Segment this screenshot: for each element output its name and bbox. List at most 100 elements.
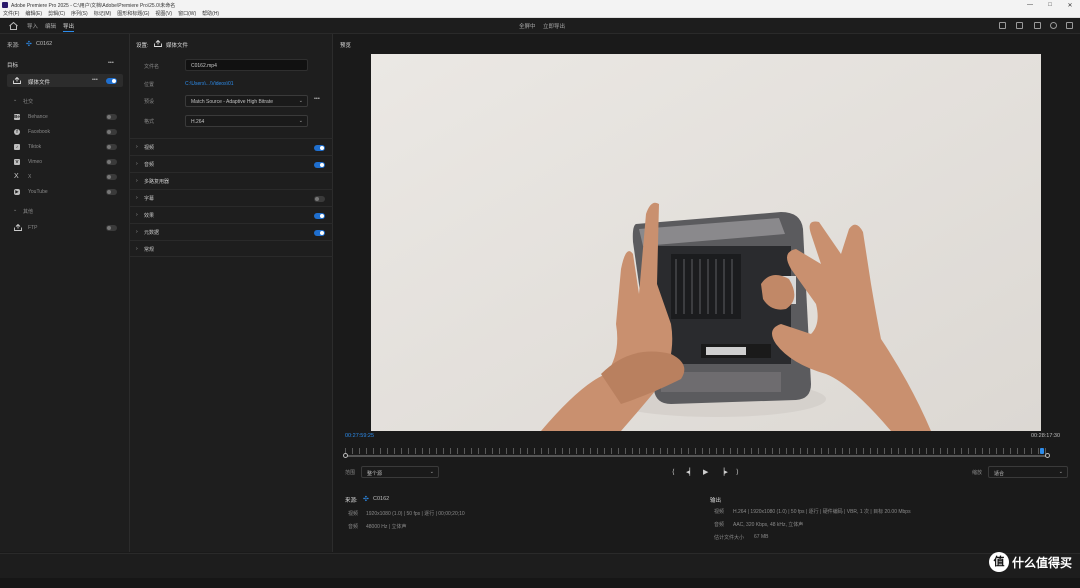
tiktok-toggle[interactable] (106, 144, 117, 150)
section-multiplexer-label: 多路复用器 (144, 179, 170, 185)
home-icon[interactable] (9, 22, 18, 30)
menu-clip[interactable]: 剪辑(C) (48, 10, 65, 17)
in-point-handle[interactable] (343, 453, 348, 458)
range-value: 整个源 (367, 471, 383, 477)
tab-edit[interactable]: 编辑 (45, 22, 56, 30)
section-video[interactable]: › 视频 (130, 138, 333, 155)
x-toggle[interactable] (106, 174, 117, 180)
filename-input[interactable]: C0162.mp4 (185, 59, 308, 71)
watermark: 值 什么值得买 (988, 552, 1072, 572)
expand-icon[interactable] (1066, 22, 1073, 29)
menu-sequence[interactable]: 序列(S) (71, 10, 88, 17)
maximize-button[interactable]: □ (1040, 2, 1060, 9)
bottom-bar (0, 553, 1080, 578)
youtube-toggle[interactable] (106, 189, 117, 195)
location-link[interactable]: C:\Users\...\Videos\01 (185, 81, 234, 87)
upload-icon (13, 77, 21, 84)
menu-file[interactable]: 文件(F) (3, 10, 19, 17)
menu-edit[interactable]: 编辑(E) (25, 10, 42, 17)
facebook-toggle[interactable] (106, 129, 117, 135)
export-icon[interactable] (1016, 22, 1023, 29)
facebook-label: Facebook (28, 129, 50, 135)
preview-video-frame[interactable] (371, 54, 1041, 431)
captions-toggle[interactable] (314, 196, 325, 202)
source-video-value: 1920x1080 (1.0) | 50 fps | 逐行 | 00;00;20… (366, 511, 465, 517)
metadata-toggle[interactable] (314, 230, 325, 236)
out-point-handle[interactable] (1045, 453, 1050, 458)
fullscreen-label[interactable]: 全屏中 (519, 22, 536, 30)
section-captions[interactable]: › 字幕 (130, 189, 333, 206)
tab-import[interactable]: 导入 (27, 22, 38, 30)
settings-target-name: 媒体文件 (166, 43, 189, 49)
play-icon[interactable]: ▶ (703, 468, 708, 476)
menu-markers[interactable]: 标记(M) (94, 10, 112, 17)
section-general-label: 常规 (144, 247, 155, 253)
step-back-icon[interactable]: ◂▏ (686, 468, 695, 476)
format-chevron-down-icon: ⌄ (298, 118, 303, 124)
section-metadata[interactable]: › 元数据 (130, 223, 333, 240)
minimize-button[interactable]: — (1020, 2, 1040, 9)
social-chevron-icon[interactable]: ⌄ (13, 97, 17, 103)
youtube-icon: ▶ (14, 189, 20, 195)
go-to-in-icon[interactable]: ⟨ (672, 468, 675, 476)
section-multiplexer[interactable]: › 多路复用器 (130, 172, 333, 189)
summary-source-label: 来源: (345, 498, 358, 504)
section-effects[interactable]: › 效果 (130, 206, 333, 223)
title-bar: Adobe Premiere Pro 2025 - C:\用户\文档\Adobe… (0, 0, 1080, 10)
effects-toggle[interactable] (314, 213, 325, 219)
progress-icon[interactable] (1050, 22, 1057, 29)
ftp-toggle[interactable] (106, 225, 117, 231)
format-value: H.264 (191, 119, 205, 125)
playhead-marker[interactable] (1040, 448, 1045, 454)
behance-toggle[interactable] (106, 114, 117, 120)
timeline-scrubber-track[interactable] (345, 455, 1048, 457)
destination-x[interactable]: X X (7, 171, 123, 183)
menu-bar: 文件(F) 编辑(E) 剪辑(C) 序列(S) 标记(M) 图形和标题(G) 视… (0, 10, 1080, 18)
destination-vimeo[interactable]: V Vimeo (7, 156, 123, 168)
section-captions-label: 字幕 (144, 196, 155, 202)
destination-behance[interactable]: Be Behance (7, 111, 123, 123)
media-file-label: 媒体文件 (28, 80, 51, 86)
section-audio[interactable]: › 音频 (130, 155, 333, 172)
destinations-title: 目标 (7, 63, 19, 69)
panel-icon[interactable] (999, 22, 1006, 29)
output-label: 输出 (710, 498, 722, 504)
menu-window[interactable]: 窗口(W) (178, 10, 196, 17)
menu-view[interactable]: 视图(V) (155, 10, 172, 17)
vimeo-toggle[interactable] (106, 159, 117, 165)
menu-graphics[interactable]: 图形和标题(G) (117, 10, 149, 17)
vimeo-label: Vimeo (28, 159, 43, 165)
chevron-right-icon: › (136, 246, 138, 252)
facebook-icon: f (14, 129, 20, 135)
step-forward-icon[interactable]: ▕▸ (719, 468, 728, 476)
media-file-more-button[interactable]: ••• (92, 77, 98, 83)
media-file-destination[interactable]: 媒体文件 ••• (7, 74, 123, 87)
destination-youtube[interactable]: ▶ YouTube (7, 186, 123, 198)
quick-export-label[interactable]: 立即导出 (543, 22, 565, 30)
destination-facebook[interactable]: f Facebook (7, 126, 123, 138)
settings-panel: 设置: 媒体文件 文件名 C0162.mp4 位置 C:\Users\...\V… (130, 34, 333, 552)
destinations-more-button[interactable]: ••• (108, 60, 114, 66)
current-timecode[interactable]: 00:27:59:25 (345, 433, 374, 439)
window-title: Adobe Premiere Pro 2025 - C:\用户\文档\Adobe… (11, 2, 176, 9)
preset-more-button[interactable]: ••• (314, 96, 320, 102)
tab-export[interactable]: 导出 (63, 22, 75, 32)
layout-icon[interactable] (1034, 22, 1041, 29)
format-select[interactable]: H.264 ⌄ (185, 115, 308, 127)
media-file-toggle[interactable] (106, 78, 117, 84)
section-general[interactable]: › 常规 (130, 240, 333, 257)
summary-source-name: C0162 (373, 496, 390, 502)
destination-tiktok[interactable]: ♪ Tiktok (7, 141, 123, 153)
audio-toggle[interactable] (314, 162, 325, 168)
range-label: 范围 (345, 470, 356, 476)
other-chevron-icon[interactable]: ⌄ (13, 207, 17, 213)
close-button[interactable]: ✕ (1060, 2, 1080, 9)
destination-ftp[interactable]: FTP (7, 222, 123, 234)
zoom-select[interactable]: 适合 ⌄ (988, 466, 1068, 478)
video-toggle[interactable] (314, 145, 325, 151)
preset-select[interactable]: Match Source - Adaptive High Bitrate ⌄ (185, 95, 308, 107)
go-to-out-icon[interactable]: ⟩ (736, 468, 739, 476)
menu-help[interactable]: 帮助(H) (202, 10, 219, 17)
section-video-label: 视频 (144, 145, 155, 151)
range-select[interactable]: 整个源 ⌄ (361, 466, 439, 478)
